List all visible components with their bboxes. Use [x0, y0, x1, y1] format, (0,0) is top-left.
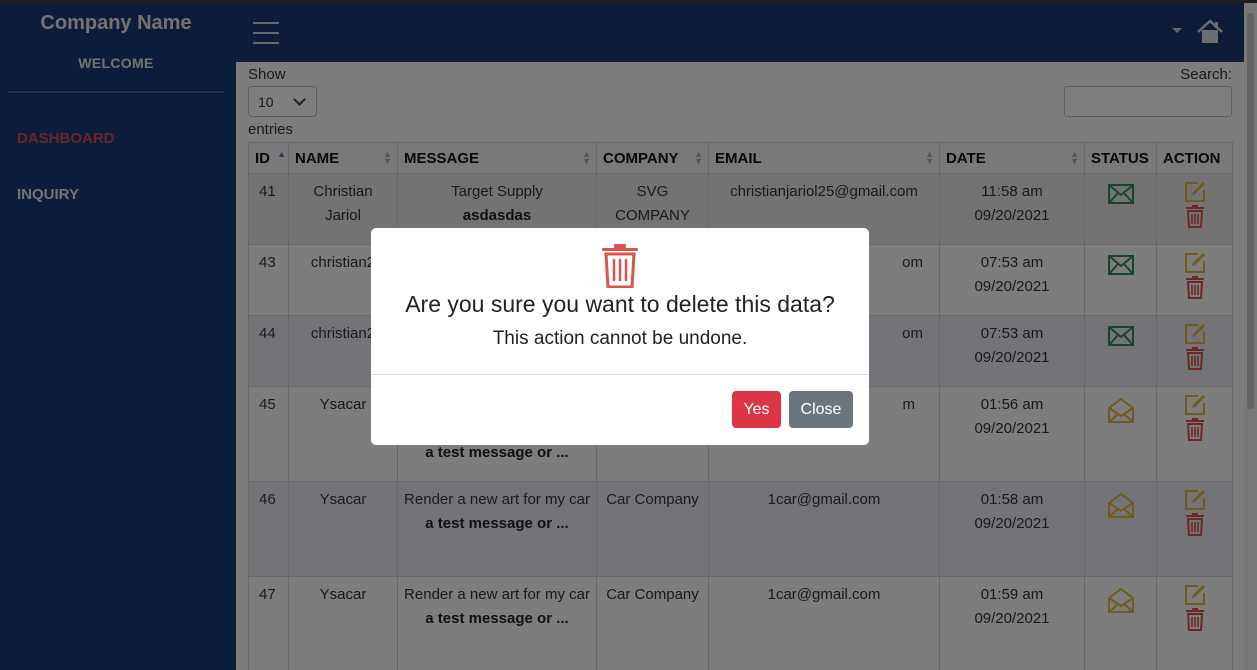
- yes-button[interactable]: Yes: [732, 391, 781, 428]
- modal-divider: [371, 374, 869, 375]
- modal-subtitle: This action cannot be undone.: [492, 328, 748, 349]
- modal-title: Are you sure you want to delete this dat…: [405, 291, 835, 317]
- trash-icon: [602, 244, 638, 288]
- delete-confirm-modal: Are you sure you want to delete this dat…: [371, 228, 869, 445]
- close-button[interactable]: Close: [789, 391, 853, 428]
